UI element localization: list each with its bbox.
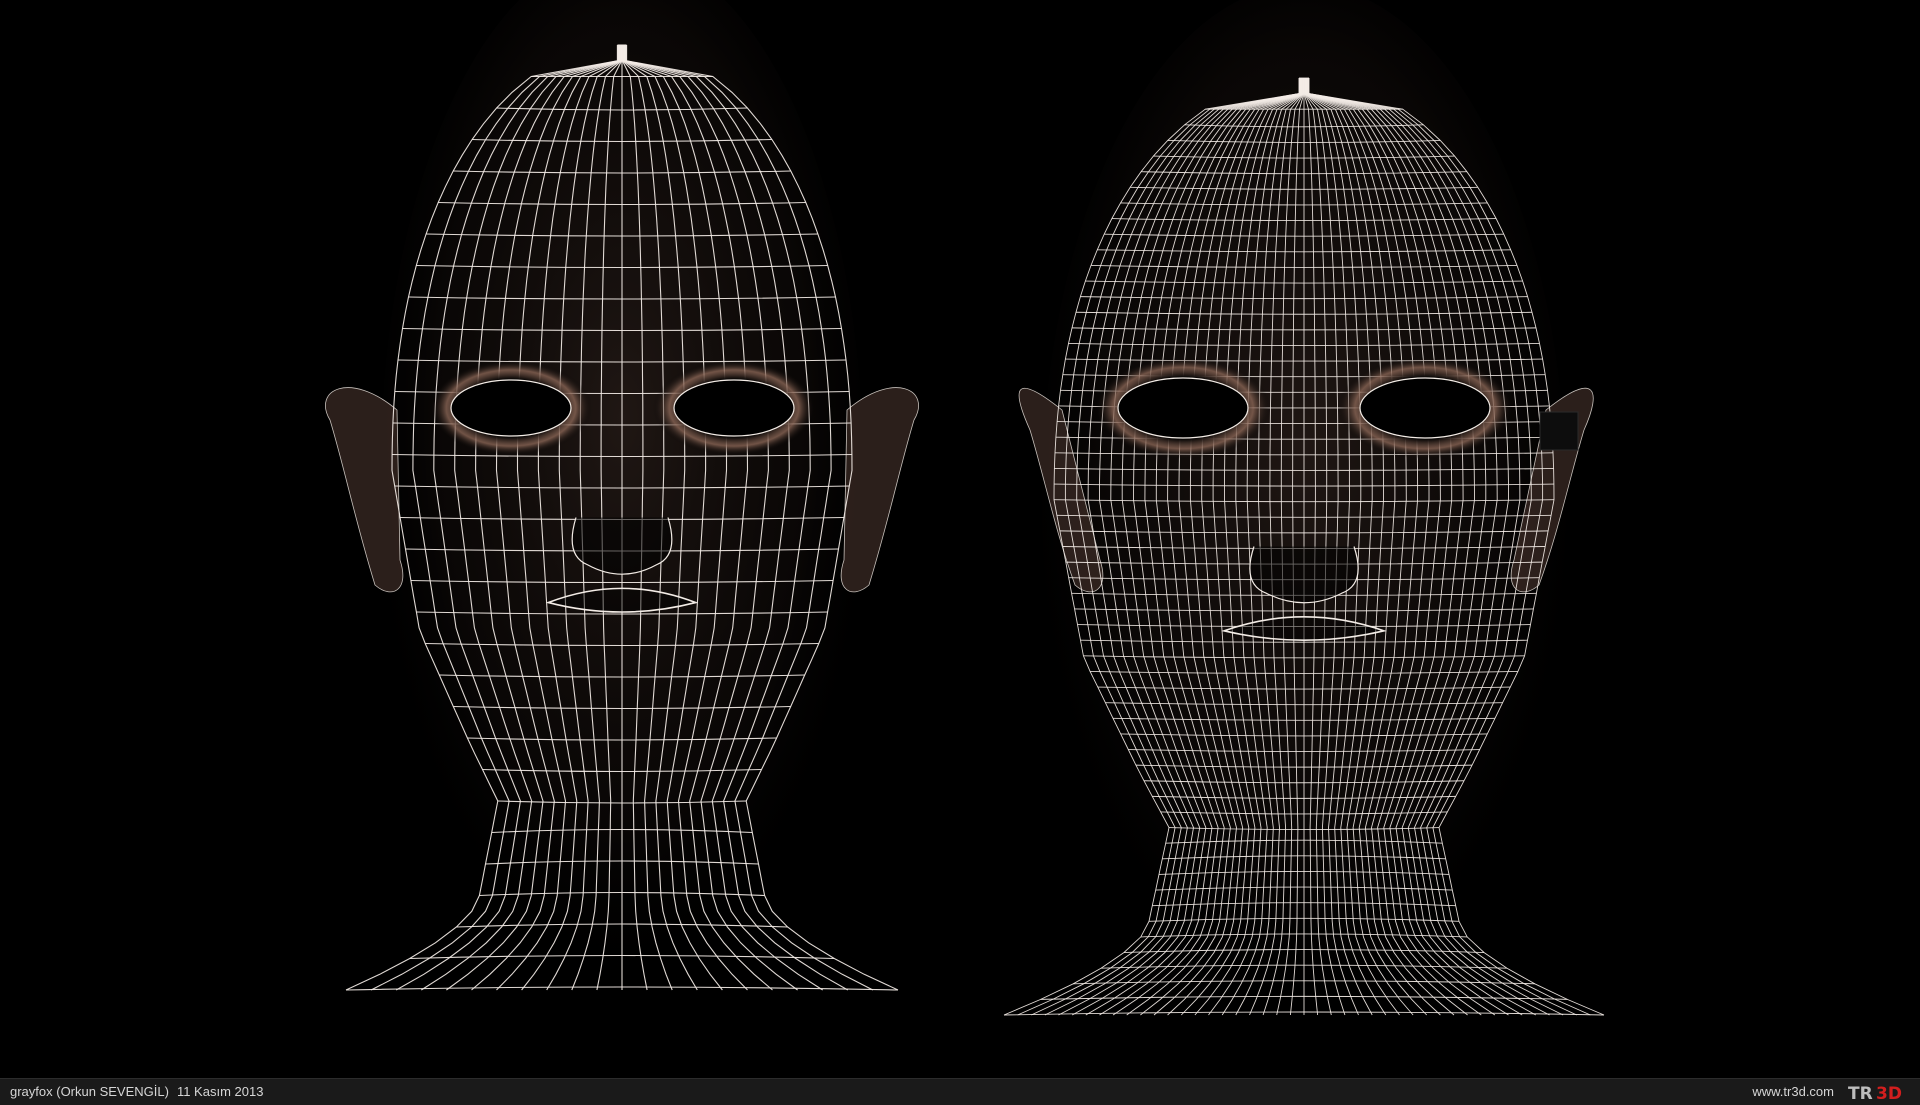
render-canvas <box>325 0 1605 1016</box>
credit-bar: grayfox (Orkun SEVENGİL) 11 Kasım 2013 ww… <box>0 1078 1920 1105</box>
low-poly-head-wireframe <box>325 0 919 991</box>
tr3d-logo: TR 3D <box>1848 1084 1902 1103</box>
author-credit: grayfox (Orkun SEVENGİL) 11 Kasım 2013 <box>10 1084 263 1099</box>
high-poly-head-wireframe <box>1003 0 1605 1016</box>
logo-text-tr: TR <box>1848 1084 1873 1103</box>
website-link[interactable]: www.tr3d.com <box>1752 1084 1834 1099</box>
post-date: 11 Kasım 2013 <box>176 1084 264 1099</box>
ear-artifact-block <box>1539 411 1579 451</box>
author-name: grayfox (Orkun SEVENGİL) <box>10 1084 169 1099</box>
logo-text-3d: 3D <box>1876 1084 1902 1103</box>
render-stage: grayfox (Orkun SEVENGİL) 11 Kasım 2013 ww… <box>0 0 1920 1105</box>
